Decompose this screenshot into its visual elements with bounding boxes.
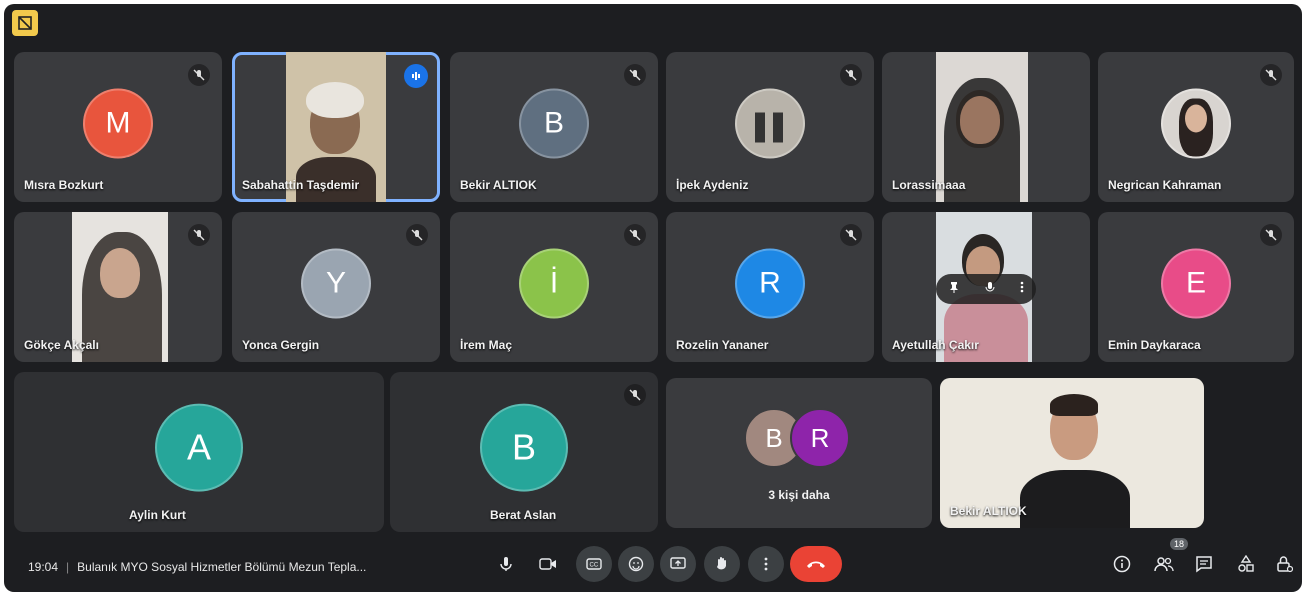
mute-participant-icon[interactable]: [984, 280, 996, 298]
participant-name: Mısra Bozkurt: [24, 178, 104, 192]
participant-tile[interactable]: B Berat Aslan: [390, 372, 658, 532]
avatar: B: [480, 403, 568, 492]
participant-name: Sabahattin Taşdemir: [242, 178, 360, 192]
avatar: E: [1161, 248, 1231, 319]
pin-icon[interactable]: [948, 280, 960, 298]
participant-tile[interactable]: A Aylin Kurt: [14, 372, 384, 532]
chat-button[interactable]: [1190, 550, 1218, 578]
participant-tile[interactable]: İ İrem Maç: [450, 212, 658, 362]
participant-tile[interactable]: R Rozelin Yananer: [666, 212, 874, 362]
mic-off-icon: [840, 64, 862, 86]
present-screen-button[interactable]: [660, 546, 696, 582]
participant-name: Bekir ALTIOK: [950, 504, 1027, 518]
mic-off-icon: [624, 64, 646, 86]
mic-off-icon: [188, 224, 210, 246]
participant-tile[interactable]: M Mısra Bozkurt: [14, 52, 222, 202]
participant-tile[interactable]: Gökçe Akçalı: [14, 212, 222, 362]
participant-name: Emin Daykaraca: [1108, 338, 1201, 352]
svg-text:CC: CC: [590, 563, 599, 569]
self-video: [1020, 378, 1130, 528]
mic-off-icon: [624, 224, 646, 246]
participant-tile[interactable]: Ayetullah Çakır: [882, 212, 1090, 362]
participant-name: Bekir ALTIOK: [460, 178, 537, 192]
mic-off-icon: [188, 64, 210, 86]
meeting-screen: M Mısra Bozkurt Sabahattin Taşdemir B Be…: [4, 4, 1302, 592]
avatar: R: [790, 408, 850, 468]
more-options-icon[interactable]: [1020, 280, 1024, 298]
mic-off-icon: [1260, 224, 1282, 246]
mic-off-icon: [840, 224, 862, 246]
speaking-indicator-icon: [404, 64, 428, 88]
participant-tile[interactable]: B Bekir ALTIOK: [450, 52, 658, 202]
avatar: A: [155, 403, 243, 492]
participant-name: Berat Aslan: [490, 508, 557, 522]
activity-badge[interactable]: [12, 10, 38, 36]
participant-tile[interactable]: Negrican Kahraman: [1098, 52, 1294, 202]
participant-tile[interactable]: E Emin Daykaraca: [1098, 212, 1294, 362]
avatar-photo: [735, 88, 805, 159]
more-options-button[interactable]: [748, 546, 784, 582]
participant-name: Aylin Kurt: [129, 508, 186, 522]
participant-name: Ayetullah Çakır: [892, 338, 979, 352]
avatar: M: [83, 88, 153, 159]
participant-tile[interactable]: Y Yonca Gergin: [232, 212, 440, 362]
participant-name: İrem Maç: [460, 338, 513, 352]
participant-name: Gökçe Akçalı: [24, 338, 99, 352]
avatar: B: [519, 88, 589, 159]
people-button[interactable]: 18: [1150, 538, 1188, 578]
self-view-tile[interactable]: Bekir ALTIOK: [940, 378, 1204, 528]
participant-tile[interactable]: Lorassimaaa: [882, 52, 1090, 202]
avatar-photo: [1161, 88, 1231, 159]
tile-hover-controls: [936, 274, 1036, 304]
participant-name: Negrican Kahraman: [1108, 178, 1222, 192]
camera-button[interactable]: [530, 546, 566, 582]
mic-off-icon: [406, 224, 428, 246]
captions-button[interactable]: CC: [576, 546, 612, 582]
participant-name: İpek Aydeniz: [676, 178, 749, 192]
raise-hand-button[interactable]: [704, 546, 740, 582]
meeting-title: Bulanık MYO Sosyal Hizmetler Bölümü Mezu…: [77, 560, 367, 574]
participant-name: Lorassimaaa: [892, 178, 966, 192]
more-participants-tile[interactable]: B R 3 kişi daha: [666, 378, 932, 528]
people-count-badge: 18: [1169, 538, 1188, 550]
participant-name: Yonca Gergin: [242, 338, 320, 352]
clock-time: 19:04: [28, 560, 59, 574]
activities-button[interactable]: [1232, 550, 1260, 578]
mic-off-icon: [1260, 64, 1282, 86]
leave-call-button[interactable]: [790, 546, 842, 582]
host-controls-button[interactable]: [1270, 550, 1298, 578]
participant-tile[interactable]: İpek Aydeniz: [666, 52, 874, 202]
mic-off-icon: [624, 384, 646, 406]
more-participants-label: 3 kişi daha: [768, 488, 830, 502]
participant-name: Rozelin Yananer: [676, 338, 769, 352]
avatar: Y: [301, 248, 371, 319]
emoji-reaction-button[interactable]: [618, 546, 654, 582]
meeting-details-button[interactable]: [1108, 550, 1136, 578]
avatar: R: [735, 248, 805, 319]
meeting-info: 19:04 | Bulanık MYO Sosyal Hizmetler Bölüm…: [28, 560, 367, 574]
more-avatars: B R: [744, 408, 854, 468]
participant-tile-speaking[interactable]: Sabahattin Taşdemir: [232, 52, 440, 202]
avatar: İ: [519, 248, 589, 319]
microphone-button[interactable]: [488, 546, 524, 582]
